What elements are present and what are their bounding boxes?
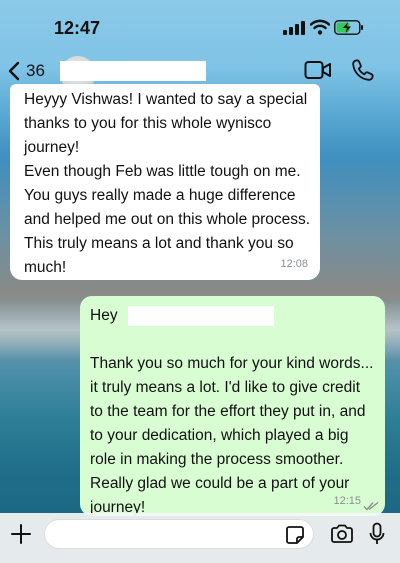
message-timestamp: 12:08 — [280, 258, 308, 270]
microphone-icon[interactable] — [369, 522, 385, 546]
back-button[interactable]: 36 — [8, 58, 45, 84]
message-line: to the team for the effort they put in, … — [90, 403, 366, 420]
plus-icon[interactable] — [10, 523, 32, 545]
message-line: much! — [24, 259, 67, 276]
sticker-icon[interactable] — [285, 525, 305, 545]
recipient-name-redaction — [127, 306, 274, 326]
message-input[interactable] — [44, 519, 314, 549]
message-line: You guys really made a huge difference — [24, 187, 296, 204]
incoming-message-bubble[interactable]: Heyyy Vishwas! I wanted to say a special… — [10, 84, 320, 280]
message-line: Thank you so much for your kind words... — [90, 355, 374, 372]
message-timestamp: 12:15 — [333, 495, 361, 507]
unread-count: 36 — [26, 61, 45, 80]
message-line: and helped me out on this whole process. — [24, 211, 311, 228]
message-line: Heyyy Vishwas! I wanted to say a special — [24, 91, 308, 108]
battery-icon — [334, 20, 363, 35]
phone-icon[interactable] — [351, 58, 375, 82]
back-chevron-icon — [8, 61, 20, 81]
message-line: journey! — [24, 139, 80, 156]
greeting-text: Hey — [90, 307, 118, 324]
message-input-bar — [0, 513, 400, 563]
message-line: This truly means a lot and thank you so — [24, 235, 294, 252]
camera-icon[interactable] — [330, 524, 354, 544]
video-call-icon[interactable] — [304, 59, 332, 81]
message-line: to your dedication, which played a big — [90, 427, 349, 444]
status-bar: 12:47 — [0, 0, 400, 50]
contact-name-redaction[interactable] — [60, 61, 206, 81]
wifi-icon — [310, 19, 330, 35]
outgoing-message-bubble[interactable]: Hey Thank you so much for your kind word… — [80, 296, 385, 516]
message-line: thanks to you for this whole wynisco — [24, 115, 272, 132]
signal-icon — [283, 21, 305, 35]
message-line: role in making the process smoother. — [90, 451, 344, 468]
status-time: 12:47 — [54, 18, 101, 38]
message-line: Even though Feb was little tough on me. — [24, 163, 301, 180]
message-line: it truly means a lot. I'd like to give c… — [90, 379, 361, 396]
read-ticks-icon — [363, 501, 379, 511]
message-line: Really glad we could be a part of your — [90, 475, 350, 492]
greeting-row: Hey — [90, 304, 375, 328]
